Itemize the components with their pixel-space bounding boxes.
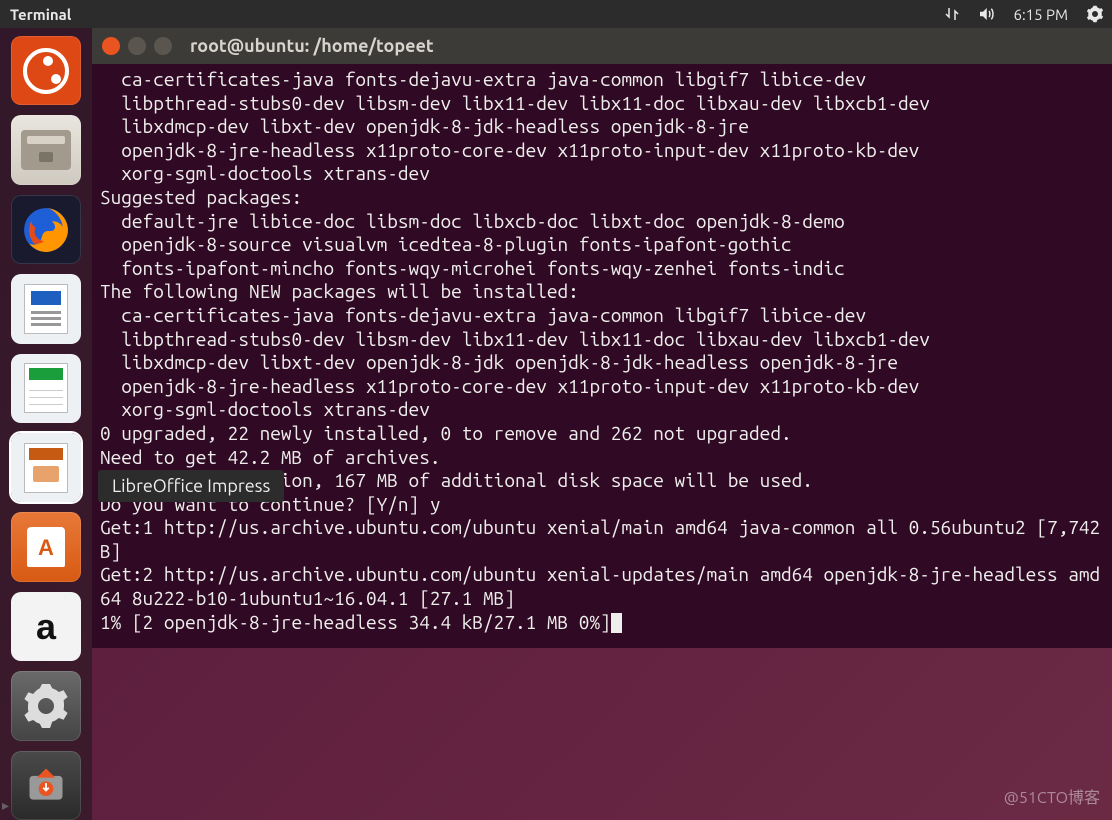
top-panel: Terminal 6:15 PM <box>0 0 1112 28</box>
clock[interactable]: 6:15 PM <box>1003 6 1078 23</box>
files-icon[interactable] <box>11 115 81 184</box>
terminal-line: libxdmcp-dev libxt-dev openjdk-8-jdk ope… <box>100 351 1104 375</box>
terminal-line: 0 upgraded, 22 newly installed, 0 to rem… <box>100 422 1104 446</box>
dash-icon[interactable] <box>11 36 81 105</box>
window-minimize-icon[interactable] <box>128 37 146 55</box>
terminal-line: openjdk-8-jre-headless x11proto-core-dev… <box>100 375 1104 399</box>
network-indicator[interactable] <box>935 0 969 28</box>
firefox-icon[interactable] <box>11 195 81 264</box>
terminal-cursor <box>611 613 622 633</box>
libreoffice-calc-icon[interactable] <box>11 354 81 423</box>
terminal-line: openjdk-8-jre-headless x11proto-core-dev… <box>100 139 1104 163</box>
terminal-line: fonts-ipafont-mincho fonts-wqy-microhei … <box>100 257 1104 281</box>
terminal-line: ca-certificates-java fonts-dejavu-extra … <box>100 304 1104 328</box>
terminal-line: xorg-sgml-doctools xtrans-dev <box>100 162 1104 186</box>
window-title: root@ubuntu: /home/topeet <box>190 36 434 56</box>
terminal-output[interactable]: ca-certificates-java fonts-dejavu-extra … <box>92 64 1112 648</box>
terminal-line: xorg-sgml-doctools xtrans-dev <box>100 398 1104 422</box>
terminal-line: Get:1 http://us.archive.ubuntu.com/ubunt… <box>100 516 1104 563</box>
system-settings-icon[interactable] <box>11 671 81 740</box>
libreoffice-writer-icon[interactable] <box>11 274 81 343</box>
terminal-line: openjdk-8-source visualvm icedtea-8-plug… <box>100 233 1104 257</box>
session-gear-icon[interactable] <box>1078 0 1112 28</box>
libreoffice-impress-icon[interactable] <box>11 433 81 502</box>
window-close-icon[interactable] <box>102 37 120 55</box>
launcher-tooltip: LibreOffice Impress <box>98 470 284 502</box>
terminal-line: Suggested packages: <box>100 186 1104 210</box>
software-updater-icon[interactable] <box>11 751 81 820</box>
unity-launcher: a <box>0 28 92 820</box>
window-maximize-icon[interactable] <box>154 37 172 55</box>
terminal-line: libpthread-stubs0-dev libsm-dev libx11-d… <box>100 92 1104 116</box>
terminal-line: Get:2 http://us.archive.ubuntu.com/ubunt… <box>100 563 1104 610</box>
watermark: @51CTO博客 <box>1004 784 1100 808</box>
sound-indicator[interactable] <box>969 0 1003 28</box>
terminal-line: libpthread-stubs0-dev libsm-dev libx11-d… <box>100 328 1104 352</box>
ubuntu-software-icon[interactable] <box>11 512 81 581</box>
terminal-window: root@ubuntu: /home/topeet ca-certificate… <box>92 28 1112 648</box>
terminal-line: ca-certificates-java fonts-dejavu-extra … <box>100 68 1104 92</box>
terminal-line: libxdmcp-dev libxt-dev openjdk-8-jdk-hea… <box>100 115 1104 139</box>
amazon-icon[interactable]: a <box>11 592 81 661</box>
terminal-line: Need to get 42.2 MB of archives. <box>100 446 1104 470</box>
active-app-menu[interactable]: Terminal <box>0 6 81 23</box>
terminal-line: 1% [2 openjdk-8-jre-headless 34.4 kB/27.… <box>100 611 1104 635</box>
terminal-line: The following NEW packages will be insta… <box>100 280 1104 304</box>
terminal-line: default-jre libice-doc libsm-doc libxcb-… <box>100 210 1104 234</box>
window-titlebar[interactable]: root@ubuntu: /home/topeet <box>92 28 1112 64</box>
